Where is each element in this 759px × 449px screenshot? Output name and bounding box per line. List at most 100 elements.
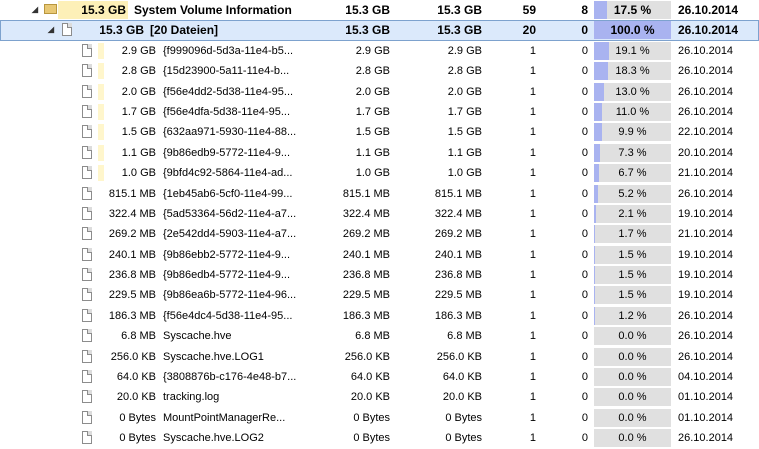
- item-name: {5ad53364-56d2-11e4-a7...: [163, 207, 297, 220]
- percent-bar: 6.7 %: [594, 164, 671, 183]
- item-name: MountPointManagerRe...: [163, 411, 286, 424]
- files-count: 1: [529, 207, 536, 220]
- file-row[interactable]: 64.0 KB {3808876b-c176-4e48-b7... 64.0 KB 6…: [0, 367, 759, 387]
- size-column: 2.0 GB: [355, 85, 390, 98]
- modified-date: 04.10.2014: [678, 371, 734, 384]
- file-list: 2.9 GB {f999096d-5d3a-11e4-b5... 2.9 GB 2.9…: [0, 41, 759, 449]
- modified-date: 19.10.2014: [678, 269, 734, 282]
- item-name: {1eb45ab6-5cf0-11e4-99...: [163, 187, 293, 200]
- file-icon: [82, 410, 92, 424]
- files-count: 1: [529, 330, 536, 343]
- file-row[interactable]: 0 Bytes MountPointManagerRe... 0 Bytes 0 By…: [0, 408, 759, 428]
- percent-bar: 1.2 %: [594, 306, 671, 325]
- file-icon: [82, 247, 92, 261]
- item-name: [20 Dateien]: [150, 23, 219, 38]
- file-row[interactable]: 240.1 MB {9b86ebb2-5772-11e4-9... 240.1 MB…: [0, 245, 759, 265]
- modified-date: 26.10.2014: [678, 309, 734, 322]
- file-row[interactable]: 2.8 GB {15d23900-5a11-11e4-b... 2.8 GB 2.8 …: [0, 61, 759, 81]
- files-count: 1: [529, 350, 536, 363]
- collapse-arrow-icon[interactable]: ◢: [30, 0, 40, 20]
- file-icon: [82, 268, 92, 282]
- file-icon: [82, 390, 92, 404]
- collapse-arrow-icon[interactable]: ◢: [46, 20, 56, 40]
- size-column: 236.8 MB: [342, 269, 390, 282]
- file-row[interactable]: 229.5 MB {9b86ea6b-5772-11e4-96... 229.5 M…: [0, 285, 759, 305]
- files-count: 59: [522, 3, 536, 17]
- percent-bar: 9.9 %: [594, 123, 671, 142]
- folders-count: 8: [581, 3, 588, 17]
- item-name: Syscache.hve.LOG2: [163, 432, 264, 445]
- files-count: 1: [529, 391, 536, 404]
- allocated-column: 6.8 MB: [447, 330, 482, 343]
- file-icon: [82, 125, 92, 139]
- size-column: 1.5 GB: [355, 126, 390, 139]
- item-name: Syscache.hve: [163, 330, 232, 343]
- group-row-files[interactable]: ◢ 15.3 GB [20 Dateien] 15.3 GB 15.3 GB 2…: [0, 20, 759, 41]
- folder-row-system-volume-information[interactable]: ◢ 15.3 GB System Volume Information 15.3…: [0, 0, 759, 20]
- percent-label: 18.3 %: [615, 65, 650, 78]
- file-icon: [82, 166, 92, 180]
- percent-bar: 100.0 %: [594, 21, 671, 40]
- file-row[interactable]: 1.5 GB {632aa971-5930-11e4-88... 1.5 GB 1.5…: [0, 122, 759, 142]
- file-row[interactable]: 322.4 MB {5ad53364-56d2-11e4-a7... 322.4 M…: [0, 204, 759, 224]
- file-row[interactable]: 236.8 MB {9b86edb4-5772-11e4-9... 236.8 MB…: [0, 265, 759, 285]
- file-row[interactable]: 815.1 MB {1eb45ab6-5cf0-11e4-99... 815.1 M…: [0, 184, 759, 204]
- size-column: 15.3 GB: [345, 23, 390, 38]
- folders-count: 0: [581, 44, 588, 57]
- item-name: {9b86ea6b-5772-11e4-96...: [163, 289, 297, 302]
- files-count: 1: [529, 289, 536, 302]
- percent-bar: 0.0 %: [594, 388, 671, 407]
- file-icon: [82, 145, 92, 159]
- tree-size: 815.1 MB: [108, 187, 156, 200]
- tree-size: 2.0 GB: [121, 85, 156, 98]
- file-row[interactable]: 186.3 MB {f56e4dc4-5d38-11e4-95... 186.3 M…: [0, 306, 759, 326]
- item-name: {f999096d-5d3a-11e4-b5...: [163, 44, 294, 57]
- file-row[interactable]: 6.8 MB Syscache.hve 6.8 MB 6.8 MB 1 0 0.0 % 26.…: [0, 326, 759, 346]
- percent-label: 0.0 %: [618, 330, 647, 343]
- allocated-column: 0 Bytes: [445, 411, 482, 424]
- allocated-column: 1.5 GB: [447, 126, 482, 139]
- percent-bar: 2.1 %: [594, 204, 671, 223]
- item-name: {f56e4dc4-5d38-11e4-95...: [163, 309, 293, 322]
- tree-size: 240.1 MB: [108, 248, 156, 261]
- file-icon: [82, 349, 92, 363]
- folders-count: 0: [581, 289, 588, 302]
- tree-size: 236.8 MB: [108, 269, 156, 282]
- files-count: 1: [529, 371, 536, 384]
- item-name: Syscache.hve.LOG1: [163, 350, 264, 363]
- tree-size: 229.5 MB: [108, 289, 156, 302]
- tree-size: 0 Bytes: [119, 411, 156, 424]
- allocated-column: 64.0 KB: [442, 371, 482, 384]
- item-name: {f56e4dd2-5d38-11e4-95...: [163, 85, 294, 98]
- percent-bar: 0.0 %: [594, 327, 671, 346]
- file-row[interactable]: 2.9 GB {f999096d-5d3a-11e4-b5... 2.9 GB 2.9…: [0, 41, 759, 61]
- modified-date: 26.10.2014: [678, 85, 734, 98]
- percent-label: 13.0 %: [615, 85, 650, 98]
- file-icon: [82, 43, 92, 57]
- file-row[interactable]: 269.2 MB {2e542dd4-5903-11e4-a7... 269.2 M…: [0, 224, 759, 244]
- files-count: 1: [529, 228, 536, 241]
- percent-bar: 1.5 %: [594, 286, 671, 305]
- size-column: 2.9 GB: [355, 44, 390, 57]
- size-column: 1.1 GB: [355, 146, 390, 159]
- file-row[interactable]: 20.0 KB tracking.log 20.0 KB 20.0 KB 1 0 0.0 %…: [0, 387, 759, 407]
- allocated-column: 229.5 MB: [434, 289, 482, 302]
- item-name: {9bfd4c92-5864-11e4-ad...: [163, 167, 293, 180]
- folders-count: 0: [581, 309, 588, 322]
- percent-label: 17.5 %: [613, 3, 652, 17]
- file-row[interactable]: 0 Bytes Syscache.hve.LOG2 0 Bytes 0 Bytes 1 0…: [0, 428, 759, 448]
- percent-bar: 1.5 %: [594, 266, 671, 285]
- percent-bar: 0.0 %: [594, 408, 671, 427]
- file-row[interactable]: 2.0 GB {f56e4dd2-5d38-11e4-95... 2.0 GB 2.0…: [0, 82, 759, 102]
- size-column: 20.0 KB: [350, 391, 390, 404]
- size-column: 6.8 MB: [355, 330, 390, 343]
- item-name: {3808876b-c176-4e48-b7...: [163, 371, 297, 384]
- file-row[interactable]: 1.1 GB {9b86edb9-5772-11e4-9... 1.1 GB 1.1 …: [0, 143, 759, 163]
- modified-date: 26.10.2014: [678, 65, 734, 78]
- file-row[interactable]: 1.7 GB {f56e4dfa-5d38-11e4-95... 1.7 GB 1.7…: [0, 102, 759, 122]
- file-icon: [82, 64, 92, 78]
- percent-label: 0.0 %: [618, 432, 647, 445]
- file-row[interactable]: 256.0 KB Syscache.hve.LOG1 256.0 KB 256.0 K…: [0, 347, 759, 367]
- file-icon: [82, 186, 92, 200]
- file-row[interactable]: 1.0 GB {9bfd4c92-5864-11e4-ad... 1.0 GB 1.0…: [0, 163, 759, 183]
